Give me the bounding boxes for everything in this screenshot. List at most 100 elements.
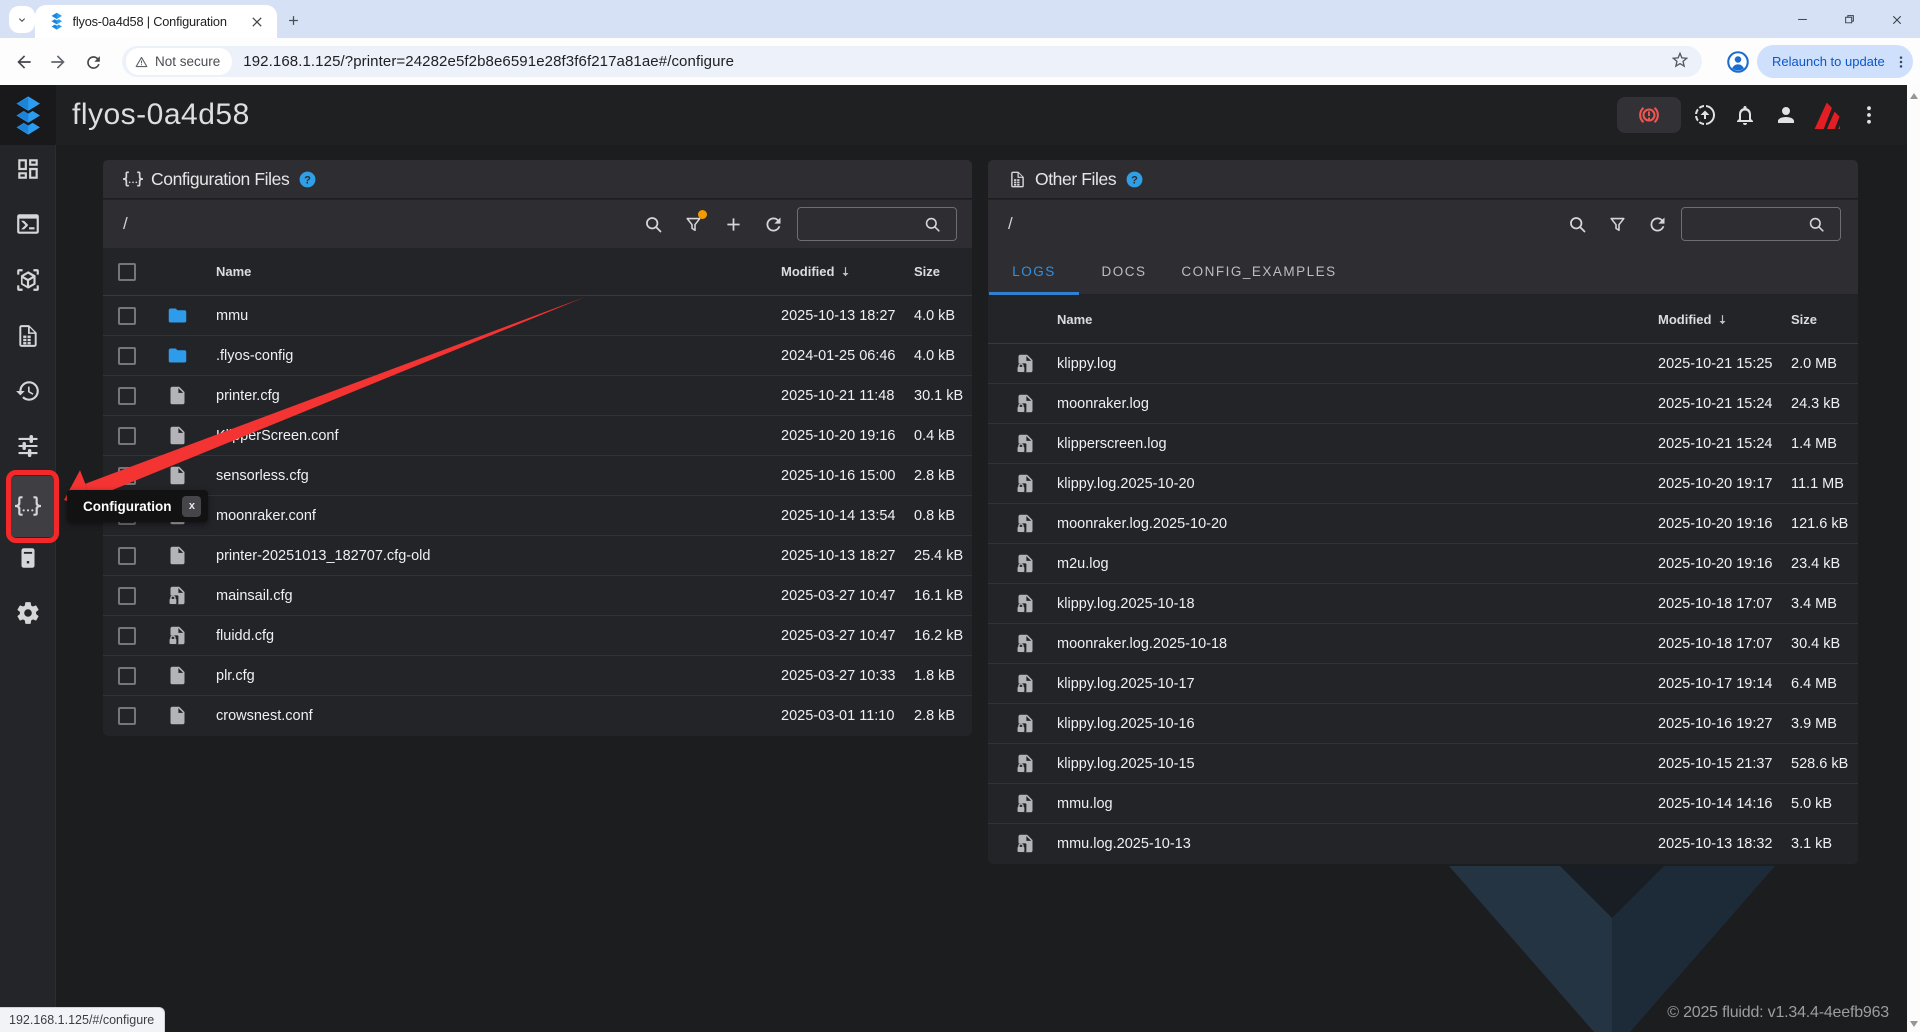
sidebar-item-console[interactable]	[15, 211, 41, 237]
sidebar-item-dashboard[interactable]	[15, 156, 41, 182]
config-file-row[interactable]: KlipperScreen.conf2025-10-20 19:160.4 kB	[103, 416, 972, 456]
file-modified: 2025-10-15 21:37	[1658, 744, 1773, 784]
file-search-input[interactable]	[1681, 207, 1841, 241]
search-button[interactable]	[1557, 206, 1597, 242]
config-file-row[interactable]: printer.cfg2025-10-21 11:4830.1 kB	[103, 376, 972, 416]
other-file-row[interactable]: moonraker.log2025-10-21 15:2424.3 kB	[988, 384, 1858, 424]
refresh-button[interactable]	[753, 206, 793, 242]
search-button[interactable]	[633, 206, 673, 242]
other-file-row[interactable]: klippy.log.2025-10-182025-10-18 17:073.4…	[988, 584, 1858, 624]
other-file-row[interactable]: klippy.log.2025-10-172025-10-17 19:146.4…	[988, 664, 1858, 704]
tab-config_examples[interactable]: CONFIG_EXAMPLES	[1169, 248, 1349, 295]
close-icon	[1890, 13, 1904, 27]
tab-logs[interactable]: LOGS	[989, 248, 1079, 295]
other-file-row[interactable]: moonraker.log.2025-10-202025-10-20 19:16…	[988, 504, 1858, 544]
column-header-size[interactable]: Size	[914, 248, 940, 295]
sidebar-item-gcode-preview[interactable]	[15, 267, 41, 293]
config-file-row[interactable]: mainsail.cfg2025-03-27 10:4716.1 kB	[103, 576, 972, 616]
row-checkbox[interactable]	[118, 467, 136, 485]
sidebar-item-system[interactable]	[15, 545, 41, 571]
row-checkbox[interactable]	[118, 427, 136, 445]
app-menu-button[interactable]	[1857, 103, 1881, 127]
file-name: moonraker.log.2025-10-20	[1057, 504, 1227, 544]
row-checkbox[interactable]	[118, 547, 136, 565]
other-file-row[interactable]: klippy.log.2025-10-152025-10-15 21:37528…	[988, 744, 1858, 784]
tab-close-icon[interactable]	[249, 14, 265, 30]
config-file-row[interactable]: .flyos-config2024-01-25 06:464.0 kB	[103, 336, 972, 376]
config-file-row[interactable]: crowsnest.conf2025-03-01 11:102.8 kB	[103, 696, 972, 736]
breadcrumb[interactable]: /	[123, 214, 128, 234]
other-file-row[interactable]: klipperscreen.log2025-10-21 15:241.4 MB	[988, 424, 1858, 464]
help-icon[interactable]: ?	[1125, 170, 1144, 189]
other-file-row[interactable]: klippy.log.2025-10-162025-10-16 19:273.9…	[988, 704, 1858, 744]
other-file-row[interactable]: moonraker.log.2025-10-182025-10-18 17:07…	[988, 624, 1858, 664]
row-checkbox[interactable]	[118, 667, 136, 685]
other-file-row[interactable]: klippy.log2025-10-21 15:252.0 MB	[988, 344, 1858, 384]
bookmark-star-icon[interactable]	[1670, 50, 1690, 70]
printer-name-title[interactable]: flyos-0a4d58	[72, 85, 250, 145]
breadcrumb[interactable]: /	[1008, 214, 1013, 234]
row-checkbox[interactable]	[118, 587, 136, 605]
row-checkbox[interactable]	[118, 307, 136, 325]
tab-search-button[interactable]	[9, 6, 35, 33]
sidebar-item-tune[interactable]	[15, 433, 41, 459]
file-search-input[interactable]	[797, 207, 957, 241]
filter-button[interactable]	[1597, 206, 1637, 242]
emergency-stop-button[interactable]	[1617, 97, 1681, 133]
sidebar-item-history[interactable]	[15, 378, 41, 404]
profile-button[interactable]	[1725, 49, 1751, 75]
reload-button[interactable]	[80, 49, 106, 75]
config-file-row[interactable]: mmu2025-10-13 18:274.0 kB	[103, 296, 972, 336]
back-button[interactable]	[11, 49, 37, 75]
column-header-name[interactable]: Name	[216, 248, 251, 295]
file-lock-icon	[1015, 433, 1036, 454]
config-file-row[interactable]: fluidd.cfg2025-03-27 10:4716.2 kB	[103, 616, 972, 656]
new-tab-button[interactable]	[281, 8, 306, 33]
sidebar-item-jobs[interactable]	[15, 323, 41, 349]
row-checkbox[interactable]	[118, 347, 136, 365]
user-account-button[interactable]	[1774, 103, 1798, 127]
relaunch-to-update-button[interactable]: Relaunch to update	[1757, 45, 1913, 78]
forward-button[interactable]	[45, 49, 71, 75]
column-header-modified[interactable]: Modified	[1658, 295, 1730, 343]
plus-button[interactable]	[713, 206, 753, 242]
window-close-button[interactable]	[1887, 10, 1906, 29]
other-file-row[interactable]: klippy.log.2025-10-202025-10-20 19:1711.…	[988, 464, 1858, 504]
fly-brand-button[interactable]	[1813, 102, 1837, 126]
address-bar[interactable]: Not secure 192.168.1.125/?printer=24282e…	[122, 46, 1702, 77]
column-header-size[interactable]: Size	[1791, 295, 1817, 343]
window-maximize-button[interactable]	[1840, 10, 1859, 29]
config-file-row[interactable]: printer-20251013_182707.cfg-old2025-10-1…	[103, 536, 972, 576]
other-file-row[interactable]: mmu.log.2025-10-132025-10-13 18:323.1 kB	[988, 824, 1858, 864]
file-name: mmu	[216, 296, 248, 336]
help-icon[interactable]: ?	[298, 170, 317, 189]
refresh-button[interactable]	[1637, 206, 1677, 242]
not-secure-chip[interactable]: Not secure	[126, 48, 232, 75]
other-file-row[interactable]: m2u.log2025-10-20 19:1623.4 kB	[988, 544, 1858, 584]
scrollbar-up-arrow[interactable]	[1910, 93, 1918, 99]
browser-tab[interactable]: flyos-0a4d58 | Configuration	[35, 5, 277, 38]
sidebar-item-settings[interactable]	[15, 600, 41, 626]
tab-docs[interactable]: DOCS	[1079, 248, 1169, 295]
row-checkbox[interactable]	[118, 627, 136, 645]
column-header-name[interactable]: Name	[1057, 295, 1092, 343]
fluidd-logo[interactable]	[0, 85, 56, 145]
config-file-row[interactable]: moonraker.conf2025-10-14 13:540.8 kB	[103, 496, 972, 536]
help-circle-icon: ?	[298, 170, 317, 189]
notifications-button[interactable]	[1733, 103, 1757, 127]
row-checkbox[interactable]	[118, 387, 136, 405]
column-header-modified[interactable]: Modified	[781, 248, 853, 295]
browser-scrollbar[interactable]	[1907, 85, 1920, 1032]
filter-button[interactable]	[673, 206, 713, 242]
file-modified: 2025-10-20 19:17	[1658, 464, 1773, 504]
row-checkbox[interactable]	[118, 707, 136, 725]
browser-menu-icon[interactable]	[1893, 54, 1909, 70]
tooltip-close-badge[interactable]: x	[182, 496, 201, 517]
config-file-row[interactable]: plr.cfg2025-03-27 10:331.8 kB	[103, 656, 972, 696]
scrollbar-down-arrow[interactable]	[1910, 1021, 1918, 1027]
updates-status-button[interactable]	[1693, 103, 1717, 127]
select-all-checkbox[interactable]	[118, 263, 136, 281]
other-file-row[interactable]: mmu.log2025-10-14 14:165.0 kB	[988, 784, 1858, 824]
config-file-row[interactable]: sensorless.cfg2025-10-16 15:002.8 kB	[103, 456, 972, 496]
window-minimize-button[interactable]	[1793, 10, 1812, 29]
